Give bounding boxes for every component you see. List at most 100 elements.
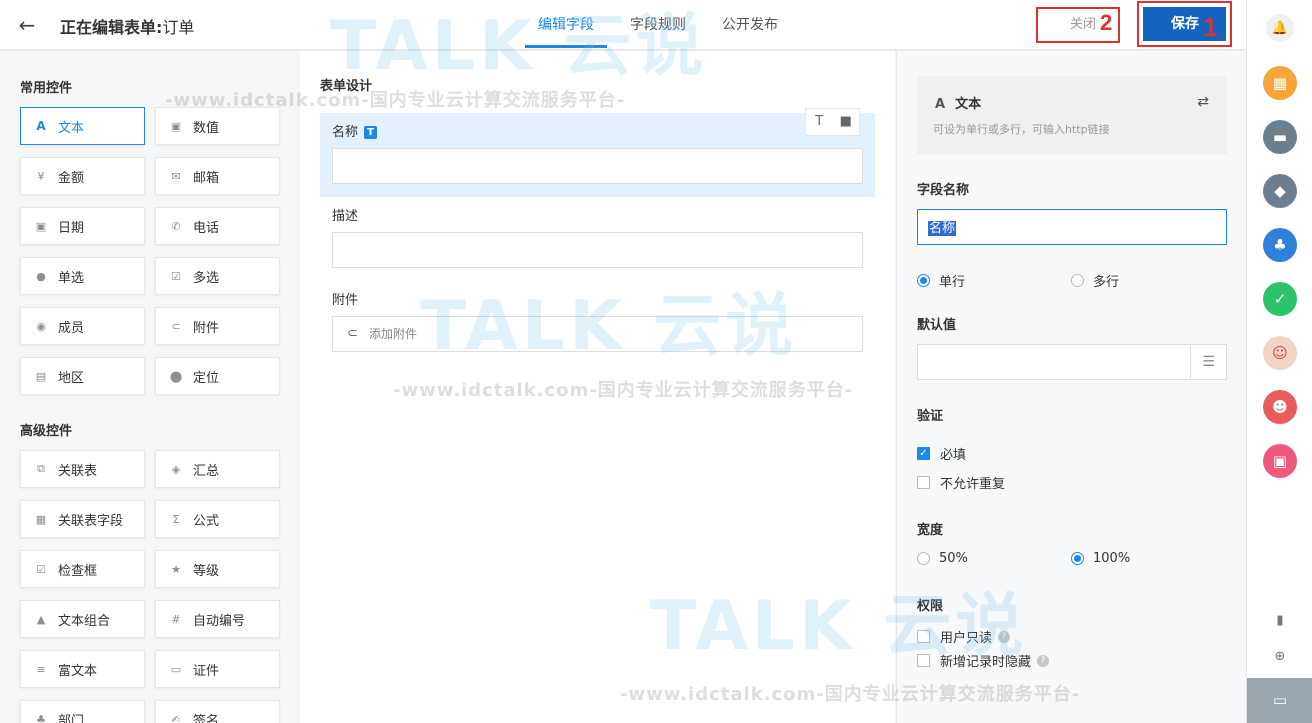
control-formula[interactable]: Σ 公式 bbox=[155, 500, 280, 538]
check-square-icon: ☑ bbox=[36, 562, 46, 576]
common-controls-title: 常用控件 bbox=[20, 81, 73, 96]
save-button-highlight: 保存 bbox=[1137, 1, 1232, 47]
control-number[interactable]: ▣ 数值 bbox=[155, 107, 280, 145]
location-pin-icon: ⬤ bbox=[169, 369, 183, 383]
user-avatar[interactable]: ☻ bbox=[1263, 390, 1297, 424]
check-circle-icon[interactable]: ✓ bbox=[1263, 282, 1297, 316]
annotation-number-2: 2 bbox=[1100, 10, 1113, 35]
control-checkbox[interactable]: ☑ 检查框 bbox=[20, 550, 145, 588]
control-region[interactable]: ▤ 地区 bbox=[20, 357, 145, 395]
control-summary[interactable]: ◈ 汇总 bbox=[155, 450, 280, 488]
field-name-input[interactable]: 名称 bbox=[917, 209, 1227, 245]
add-attachment-button[interactable]: ⊂ 添加附件 bbox=[332, 316, 863, 352]
apps-grid-icon[interactable]: ▦ bbox=[1263, 66, 1297, 100]
field-label-attachment: 附件 bbox=[332, 293, 359, 308]
control-multi-select[interactable]: ☑ 多选 bbox=[155, 257, 280, 295]
rich-text-icon: ≡ bbox=[36, 662, 46, 676]
group-avatar[interactable]: ☺ bbox=[1263, 336, 1297, 370]
control-text[interactable]: A 文本 bbox=[20, 107, 145, 145]
radio-checked-icon bbox=[1071, 552, 1084, 565]
control-rating[interactable]: ★ 等级 bbox=[155, 550, 280, 588]
control-single-select[interactable]: ● 单选 bbox=[20, 257, 145, 295]
briefcase-icon[interactable]: ▬ bbox=[1263, 120, 1297, 154]
field-type-card: A 文本 可设为单行或多行，可输入http链接 ⇄ bbox=[917, 76, 1227, 154]
advanced-controls-title: 高级控件 bbox=[20, 424, 73, 439]
required-checkbox[interactable]: ✓ 必填 bbox=[917, 444, 966, 463]
control-location[interactable]: ⬤ 定位 bbox=[155, 357, 280, 395]
help-icon[interactable]: ? bbox=[998, 630, 1011, 643]
checkbox-unchecked-icon bbox=[917, 476, 930, 489]
switch-type-icon[interactable]: ⇄ bbox=[1197, 94, 1209, 110]
radio-width-50[interactable]: 50% bbox=[917, 551, 968, 566]
bell-icon[interactable]: 🔔 bbox=[1266, 14, 1294, 42]
control-id-card[interactable]: ▭ 证件 bbox=[155, 650, 280, 688]
checkbox-icon: ☑ bbox=[171, 269, 181, 283]
star-icon: ★ bbox=[171, 562, 181, 576]
text-format-icon[interactable]: T bbox=[806, 109, 833, 135]
radio-unchecked-icon bbox=[917, 552, 930, 565]
tab-edit-fields[interactable]: 编辑字段 bbox=[520, 0, 612, 50]
name-input[interactable] bbox=[332, 148, 863, 184]
readonly-checkbox[interactable]: 用户只读? bbox=[917, 627, 1011, 646]
field-label-description: 描述 bbox=[332, 209, 359, 224]
control-related-table[interactable]: ⧉ 关联表 bbox=[20, 450, 145, 488]
help-icon[interactable]: ? bbox=[1037, 654, 1050, 667]
control-phone[interactable]: ✆ 电话 bbox=[155, 207, 280, 245]
add-chat-icon[interactable]: ⊕ bbox=[1266, 642, 1294, 670]
control-auto-number[interactable]: # 自动编号 bbox=[155, 600, 280, 638]
shapes-icon: ▲ bbox=[36, 612, 46, 626]
text-a-icon: A bbox=[935, 97, 946, 112]
page-title: 正在编辑表单:订单 bbox=[60, 18, 195, 37]
top-bar: ← 正在编辑表单:订单 编辑字段 字段规则 公开发布 关闭 2 保存 1 bbox=[0, 0, 1246, 50]
tab-publish[interactable]: 公开发布 bbox=[704, 0, 796, 50]
tab-field-rules[interactable]: 字段规则 bbox=[612, 0, 704, 50]
layers-icon: ◈ bbox=[171, 462, 181, 476]
app-sidebar: 🔔 ▦ ▬ ◆ ♣ ✓ ☺ ☻ ▣ ▮ ⊕ ▭ bbox=[1246, 0, 1312, 723]
notification-bell-icon[interactable]: ◆ bbox=[1263, 174, 1297, 208]
user-icon: ◉ bbox=[36, 319, 46, 333]
hide-on-new-checkbox[interactable]: 新增记录时隐藏? bbox=[917, 651, 1050, 670]
control-member[interactable]: ◉ 成员 bbox=[20, 307, 145, 345]
form-design-canvas: 表单设计 T ■ 名称 T 描述 附件 ⊂ 添加附件 bbox=[300, 51, 895, 723]
control-date[interactable]: ▣ 日期 bbox=[20, 207, 145, 245]
radio-width-100[interactable]: 100% bbox=[1071, 551, 1130, 566]
width-label: 宽度 bbox=[917, 523, 944, 538]
trash-icon[interactable]: ■ bbox=[833, 109, 860, 135]
calendar-icon[interactable]: ▣ bbox=[1263, 444, 1297, 478]
paperclip-icon: ⊂ bbox=[171, 319, 181, 333]
control-signature[interactable]: ✍ 签名 bbox=[155, 700, 280, 723]
no-duplicate-checkbox[interactable]: 不允许重复 bbox=[917, 473, 1005, 492]
list-add-icon[interactable]: ☰ bbox=[1190, 345, 1226, 379]
signature-icon: ✍ bbox=[171, 712, 181, 723]
description-input[interactable] bbox=[332, 232, 863, 268]
yen-icon: ¥ bbox=[37, 169, 45, 183]
radio-unchecked-icon bbox=[1071, 274, 1084, 287]
validation-label: 验证 bbox=[917, 409, 944, 424]
control-email[interactable]: ✉ 邮箱 bbox=[155, 157, 280, 195]
control-attachment[interactable]: ⊂ 附件 bbox=[155, 307, 280, 345]
checkbox-unchecked-icon bbox=[917, 630, 930, 643]
checkbox-unchecked-icon bbox=[917, 654, 930, 667]
hash-icon: # bbox=[171, 612, 181, 626]
default-value-input[interactable]: ☰ bbox=[917, 344, 1227, 380]
form-design-title: 表单设计 bbox=[320, 79, 373, 94]
map-icon: ▤ bbox=[35, 369, 47, 383]
checkbox-checked-icon: ✓ bbox=[917, 447, 930, 460]
control-palette: 常用控件 A 文本 ▣ 数值 ¥ 金额 ✉ 邮箱 ▣ 日期 ✆ 电话 ● 单选 ☑ 多选 ◉ 成员… bbox=[0, 51, 300, 723]
radio-single-line[interactable]: 单行 bbox=[917, 271, 965, 290]
id-card-icon[interactable]: ▭ bbox=[1247, 678, 1312, 723]
control-rich-text[interactable]: ≡ 富文本 bbox=[20, 650, 145, 688]
control-text-combo[interactable]: ▲ 文本组合 bbox=[20, 600, 145, 638]
text-a-icon: A bbox=[36, 119, 46, 133]
contacts-icon[interactable]: ▮ bbox=[1266, 606, 1294, 634]
back-arrow-icon[interactable]: ← bbox=[14, 12, 40, 38]
field-type-title: A 文本 bbox=[935, 97, 982, 112]
control-related-field[interactable]: ▦ 关联表字段 bbox=[20, 500, 145, 538]
calendar-icon: ▣ bbox=[35, 219, 47, 233]
mail-icon: ✉ bbox=[171, 169, 181, 183]
radio-multi-line[interactable]: 多行 bbox=[1071, 271, 1119, 290]
org-chart-icon[interactable]: ♣ bbox=[1263, 228, 1297, 262]
org-chart-icon: ♣ bbox=[36, 712, 46, 723]
control-amount[interactable]: ¥ 金额 bbox=[20, 157, 145, 195]
control-department[interactable]: ♣ 部门 bbox=[20, 700, 145, 723]
